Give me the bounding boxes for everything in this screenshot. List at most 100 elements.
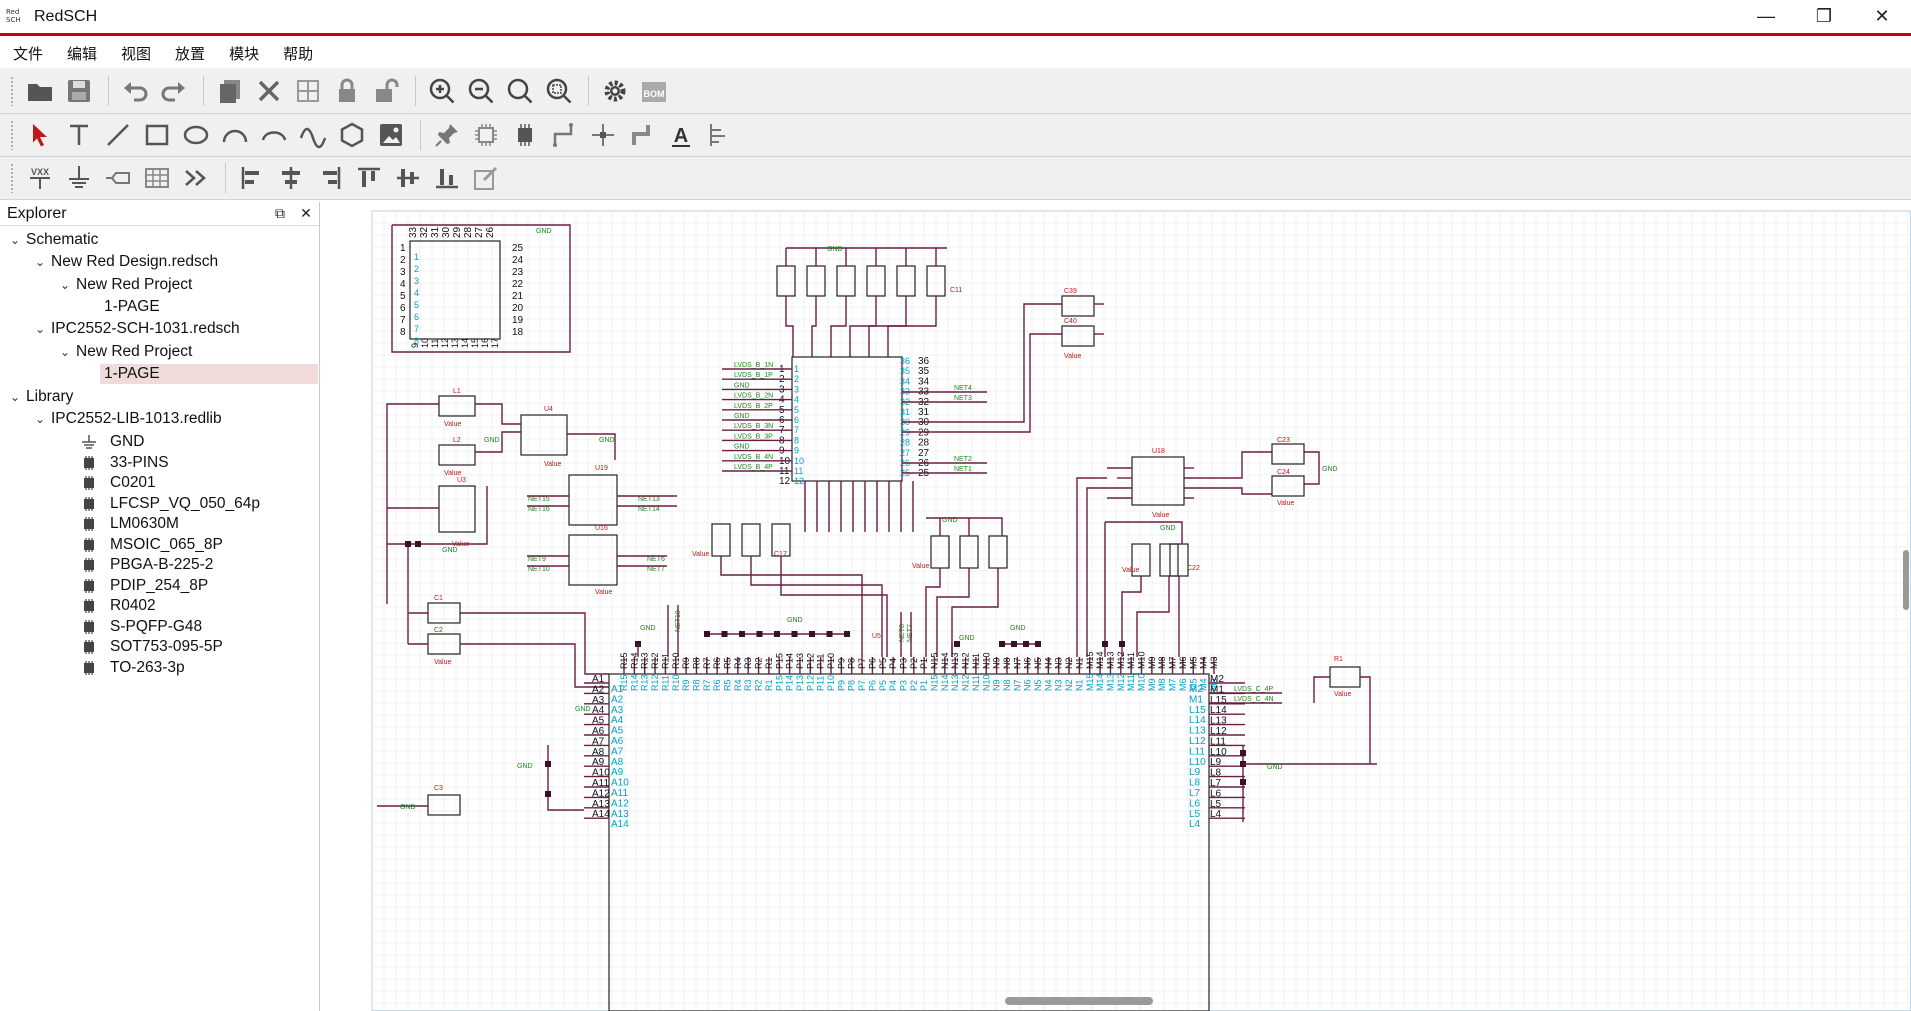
netport-tool-button[interactable] xyxy=(100,160,136,196)
library-item[interactable]: PDIP_254_8P xyxy=(0,575,320,597)
chip-icon xyxy=(84,455,94,470)
align-top-button[interactable] xyxy=(351,160,387,196)
menu-place[interactable]: 放置 xyxy=(175,43,205,64)
zoom-in-button[interactable] xyxy=(424,73,460,109)
bus-tool-button[interactable] xyxy=(624,117,660,153)
zoom-area-button[interactable] xyxy=(541,73,577,109)
title-bar: Red SCH RedSCH — ❐ ✕ xyxy=(0,0,1911,36)
label-tool-button[interactable]: A xyxy=(663,117,699,153)
edit-attributes-button[interactable] xyxy=(468,160,504,196)
chevron-down-icon[interactable]: ⌄ xyxy=(8,390,22,404)
toolbar-grip[interactable] xyxy=(10,163,14,193)
pin-number: R11 xyxy=(660,675,670,691)
close-panel-button[interactable]: ✕ xyxy=(293,205,319,222)
save-button[interactable] xyxy=(61,73,97,109)
tree-node-library[interactable]: ⌄ Library xyxy=(0,386,320,408)
toolbar-grip[interactable] xyxy=(10,75,14,106)
table-tool-button[interactable] xyxy=(139,160,175,196)
library-item[interactable]: R0402 xyxy=(0,595,320,617)
align-bottom-button[interactable] xyxy=(429,160,465,196)
line-tool-button[interactable] xyxy=(100,117,136,153)
unlock-button[interactable] xyxy=(368,73,404,109)
tree-node-design-file[interactable]: ⌄ IPC2552-SCH-1031.redsch xyxy=(0,318,320,340)
vcc-tool-button[interactable]: VXX xyxy=(22,160,58,196)
text-tool-button[interactable] xyxy=(61,117,97,153)
align-middle-button[interactable] xyxy=(390,160,426,196)
tree-node-schematic[interactable]: ⌄ Schematic xyxy=(0,229,320,251)
vertical-scrollbar[interactable] xyxy=(1903,550,1909,610)
library-item[interactable]: S-PQFP-G48 xyxy=(0,616,320,638)
horizontal-scrollbar[interactable] xyxy=(1005,997,1153,1005)
sheet-entry-tool-button[interactable] xyxy=(178,160,214,196)
tree-node-page-selected[interactable]: 1-PAGE xyxy=(0,363,320,385)
tree-node-label: Schematic xyxy=(26,231,99,248)
library-item[interactable]: TO-263-3p xyxy=(0,657,320,679)
library-item[interactable]: SOT753-095-5P xyxy=(0,636,320,658)
settings-button[interactable] xyxy=(597,73,633,109)
chevron-down-icon[interactable]: ⌄ xyxy=(33,412,47,426)
float-panel-button[interactable]: ⧉ xyxy=(267,205,293,222)
junction-tool-button[interactable] xyxy=(585,117,621,153)
library-item[interactable]: PBGA-B-225-2 xyxy=(0,554,320,576)
arc2-tool-button[interactable] xyxy=(256,117,292,153)
close-button[interactable]: ✕ xyxy=(1853,0,1911,33)
library-item[interactable]: LM0630M xyxy=(0,513,320,535)
chevron-down-icon[interactable]: ⌄ xyxy=(8,233,22,247)
menu-view[interactable]: 视图 xyxy=(121,43,151,64)
schematic-drawing[interactable]: 33 32 31 30 29 28 27 26252423222120191811223344… xyxy=(322,202,1911,1011)
library-item[interactable]: MSOIC_065_8P xyxy=(0,534,320,556)
chevron-down-icon[interactable]: ⌄ xyxy=(33,255,47,269)
image-tool-button[interactable] xyxy=(373,117,409,153)
copy-button[interactable] xyxy=(212,73,248,109)
chevron-down-icon[interactable]: ⌄ xyxy=(33,322,47,336)
ellipse-tool-button[interactable] xyxy=(178,117,214,153)
ground-icon xyxy=(82,435,96,449)
align-center-h-button[interactable] xyxy=(273,160,309,196)
align-right-button[interactable] xyxy=(312,160,348,196)
pin-number: L9 xyxy=(1189,767,1201,778)
tree-node-design-file[interactable]: ⌄ New Red Design.redsch xyxy=(0,251,320,273)
zoom-out-button[interactable] xyxy=(463,73,499,109)
polygon-tool-button[interactable] xyxy=(334,117,370,153)
chevron-down-icon[interactable]: ⌄ xyxy=(58,345,72,359)
bezier-tool-button[interactable] xyxy=(295,117,331,153)
rectangle-tool-button[interactable] xyxy=(139,117,175,153)
bom-button[interactable]: BOM xyxy=(636,73,672,109)
minimize-button[interactable]: — xyxy=(1737,0,1795,33)
lock-button[interactable] xyxy=(329,73,365,109)
pin-number: M1 xyxy=(1189,694,1203,705)
open-folder-button[interactable] xyxy=(22,73,58,109)
tree-node-project[interactable]: ⌄ New Red Project xyxy=(0,341,320,363)
pin-number: P4 xyxy=(888,658,898,669)
select-tool-button[interactable] xyxy=(22,117,58,153)
zoom-fit-button[interactable] xyxy=(502,73,538,109)
library-item-gnd[interactable]: GND xyxy=(0,431,320,453)
toolbar-grip[interactable] xyxy=(10,120,14,150)
align-left-button[interactable] xyxy=(234,160,270,196)
redo-button[interactable] xyxy=(156,73,192,109)
schematic-canvas[interactable]: 33 32 31 30 29 28 27 26 25 24 23 22 21 20 19 18 1 1 2 2 3 3 4 4… xyxy=(322,202,1911,1011)
tree-node-page[interactable]: 1-PAGE xyxy=(0,296,320,318)
chip-tool-button[interactable] xyxy=(468,117,504,153)
pin-number: M12 xyxy=(1116,673,1126,691)
paste-button[interactable] xyxy=(290,73,326,109)
undo-button[interactable] xyxy=(117,73,153,109)
library-item[interactable]: 33-PINS xyxy=(0,452,320,474)
maximize-button[interactable]: ❐ xyxy=(1795,0,1853,33)
menu-edit[interactable]: 编辑 xyxy=(67,43,97,64)
tree-node-project[interactable]: ⌄ New Red Project xyxy=(0,274,320,296)
ground-tool-button[interactable] xyxy=(61,160,97,196)
port-tool-button[interactable] xyxy=(702,117,738,153)
library-item[interactable]: C0201 xyxy=(0,472,320,494)
menu-help[interactable]: 帮助 xyxy=(283,43,313,64)
component-tool-button[interactable] xyxy=(507,117,543,153)
pin-tool-button[interactable] xyxy=(429,117,465,153)
menu-module[interactable]: 模块 xyxy=(229,43,259,64)
cut-button[interactable] xyxy=(251,73,287,109)
wire-tool-button[interactable] xyxy=(546,117,582,153)
chevron-down-icon[interactable]: ⌄ xyxy=(58,278,72,292)
library-item[interactable]: LFCSP_VQ_050_64p xyxy=(0,493,320,515)
menu-file[interactable]: 文件 xyxy=(13,43,43,64)
arc-tool-button[interactable] xyxy=(217,117,253,153)
tree-node-lib-file[interactable]: ⌄ IPC2552-LIB-1013.redlib xyxy=(0,408,320,430)
